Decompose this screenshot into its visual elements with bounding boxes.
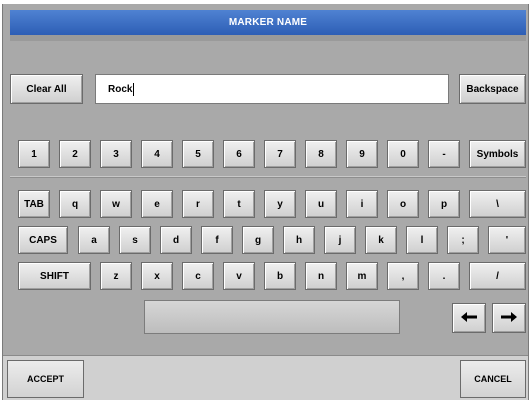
key-u[interactable]: u [305,190,337,218]
key-h[interactable]: h [283,226,315,254]
title-underline [10,35,526,41]
key-e[interactable]: e [141,190,173,218]
key-m[interactable]: m [346,262,378,290]
key-6[interactable]: 6 [223,140,255,168]
key-9[interactable]: 9 [346,140,378,168]
symbols-button[interactable]: Symbols [469,140,526,168]
cancel-button[interactable]: CANCEL [460,360,526,398]
key-o[interactable]: o [387,190,419,218]
key-s[interactable]: s [119,226,151,254]
accept-button[interactable]: ACCEPT [7,360,84,398]
key-4[interactable]: 4 [141,140,173,168]
arrow-right-icon [500,311,518,326]
key-1[interactable]: 1 [18,140,50,168]
key-j[interactable]: j [324,226,356,254]
key-period[interactable]: . [428,262,460,290]
key-tab[interactable]: TAB [18,190,50,218]
key-c[interactable]: c [182,262,214,290]
key-0[interactable]: 0 [387,140,419,168]
key-d[interactable]: d [160,226,192,254]
key-shift[interactable]: SHIFT [18,262,91,290]
key-slash[interactable]: / [469,262,526,290]
arrow-left-icon [460,311,478,326]
key-8[interactable]: 8 [305,140,337,168]
key-w[interactable]: w [100,190,132,218]
key-3[interactable]: 3 [100,140,132,168]
key-t[interactable]: t [223,190,255,218]
key-y[interactable]: y [264,190,296,218]
key-semicolon[interactable]: ; [447,226,479,254]
backspace-button[interactable]: Backspace [459,74,526,104]
key-7[interactable]: 7 [264,140,296,168]
key-q[interactable]: q [59,190,91,218]
key-k[interactable]: k [365,226,397,254]
key-backslash[interactable]: \ [469,190,526,218]
key-minus[interactable]: - [428,140,460,168]
dialog-frame: MARKER NAME Clear All Rock Backspace 1 2… [0,0,531,402]
key-f[interactable]: f [201,226,233,254]
key-5[interactable]: 5 [182,140,214,168]
key-caps[interactable]: CAPS [18,226,68,254]
right-arrow-button[interactable] [492,303,526,333]
key-n[interactable]: n [305,262,337,290]
key-r[interactable]: r [182,190,214,218]
text-caret [133,82,135,96]
dialog-title: MARKER NAME [228,17,308,28]
key-i[interactable]: i [346,190,378,218]
keyboard-divider [10,176,526,178]
marker-name-value: Rock [108,83,133,95]
left-arrow-button[interactable] [452,303,486,333]
key-2[interactable]: 2 [59,140,91,168]
key-v[interactable]: v [223,262,255,290]
key-x[interactable]: x [141,262,173,290]
space-bar[interactable] [144,300,400,334]
title-bar: MARKER NAME [10,10,526,35]
key-a[interactable]: a [78,226,110,254]
marker-name-input[interactable]: Rock [95,74,449,104]
key-b[interactable]: b [264,262,296,290]
key-p[interactable]: p [428,190,460,218]
key-g[interactable]: g [242,226,274,254]
key-l[interactable]: l [406,226,438,254]
clear-all-button[interactable]: Clear All [10,74,83,104]
key-comma[interactable]: , [387,262,419,290]
key-z[interactable]: z [100,262,132,290]
key-apostrophe[interactable]: ' [488,226,526,254]
